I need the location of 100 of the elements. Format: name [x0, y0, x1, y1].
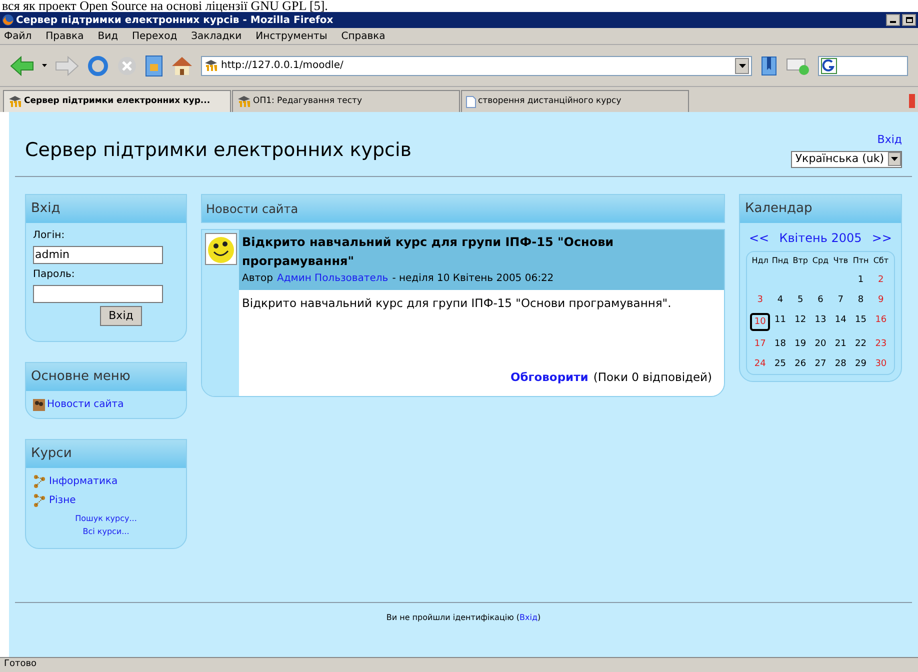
block-title: Календар [745, 200, 812, 218]
month-title[interactable]: Квітень 2005 [779, 229, 862, 247]
replies-count: (Поки 0 відповідей) [593, 368, 712, 386]
calendar-day[interactable]: 7 [834, 293, 846, 307]
weekday-label: Чтв [832, 255, 850, 267]
calendar-day[interactable]: 29 [852, 357, 870, 371]
next-month-link[interactable]: >> [872, 229, 892, 247]
calendar-day[interactable]: 25 [771, 357, 789, 371]
calendar-day[interactable]: 14 [832, 313, 850, 331]
dropdown-button[interactable] [735, 58, 749, 74]
course-link[interactable]: Пошук курсу... [75, 512, 137, 525]
browser-tab[interactable]: створення дистанційного курсу [461, 90, 689, 112]
document-icon[interactable] [145, 54, 163, 76]
smiley-avatar-icon [205, 233, 237, 265]
calendar-day[interactable]: 2 [875, 273, 887, 287]
status-text: Готово [4, 658, 37, 672]
calendar-day[interactable]: 8 [854, 293, 867, 307]
course-link[interactable]: Всі курси... [82, 525, 130, 538]
menu-item[interactable]: Правка [46, 28, 84, 44]
author-label: Автор [242, 272, 274, 286]
previous-month-link[interactable]: << [749, 229, 770, 247]
post-body: Відкрито навчальний курс для групи ІПФ-15 "Основи програмування". [241, 295, 672, 312]
home-icon[interactable] [171, 56, 193, 76]
login-label: Логін: [33, 229, 66, 243]
calendar-day[interactable]: 1 [854, 273, 867, 287]
author-link[interactable]: Админ Пользователь [277, 271, 388, 286]
login-field[interactable]: admin [33, 246, 163, 264]
calendar-day[interactable]: 20 [812, 337, 830, 351]
calendar-day[interactable]: 26 [792, 357, 810, 371]
section-title: Новости сайта [206, 200, 298, 218]
course-link[interactable]: Інформатика [49, 474, 118, 489]
menu-item[interactable]: Файл [4, 28, 32, 44]
calendar-day[interactable]: 5 [794, 293, 806, 307]
mortarboard-icon [204, 60, 218, 71]
weekday-label: Птн [852, 255, 870, 267]
calendar-day[interactable]: 9 [875, 293, 887, 307]
dropdown-button[interactable] [888, 152, 901, 166]
calendar-day[interactable]: 15 [852, 313, 870, 331]
weekday-label: Срд [811, 255, 830, 267]
weekday-label: Пнд [770, 255, 790, 267]
password-field[interactable] [33, 285, 163, 303]
course-link[interactable]: Різне [49, 493, 76, 508]
calendar-day[interactable]: 28 [832, 357, 850, 371]
calendar-day[interactable]: 22 [852, 337, 870, 351]
calendar-day[interactable]: 10 [750, 313, 770, 331]
calendar-day[interactable]: 12 [792, 313, 810, 331]
menu-item[interactable]: Закладки [191, 28, 242, 44]
weekday-label: Сбт [872, 255, 890, 267]
password-label: Пароль: [33, 268, 76, 282]
browser-tab[interactable]: Сервер підтримки електронних кур... [3, 90, 231, 112]
mortarboard-icon [237, 96, 251, 107]
caret-icon [738, 64, 746, 68]
weekday-label: Ндл [750, 255, 770, 267]
bookmark-icon[interactable] [760, 56, 778, 76]
calendar-day[interactable]: 18 [771, 337, 789, 351]
login-button[interactable]: Вхід [100, 306, 142, 326]
course-icon [33, 494, 46, 507]
address-text: http://127.0.0.1/moodle/ [221, 59, 344, 73]
footer-text: ) [538, 612, 541, 624]
language-select[interactable]: Українська (uk) [791, 150, 902, 168]
search-field[interactable] [818, 56, 908, 76]
document-text: вся як проект Open Source на основі ліцензії GNU GPL [5]. [1, 0, 328, 12]
google-icon [821, 58, 837, 74]
address-bar[interactable]: http://127.0.0.1/moodle/ [201, 56, 752, 76]
post-date: - неділя 10 Квітень 2005 06:22 [392, 272, 554, 286]
page-icon [466, 96, 476, 108]
calendar-day[interactable]: 3 [754, 293, 766, 307]
calendar-day[interactable]: 21 [832, 337, 850, 351]
footer-text: Ви не пройшли ідентифікацію ( [386, 612, 520, 624]
caret-icon [891, 157, 898, 161]
menu-item[interactable]: Инструменты [256, 28, 328, 44]
calendar-day[interactable]: 23 [872, 337, 890, 351]
calendar-day[interactable]: 17 [751, 337, 769, 351]
calendar-day[interactable]: 13 [812, 313, 830, 331]
browser-tab[interactable]: ОП1: Редагування тесту [232, 90, 460, 112]
block-title: Курси [31, 445, 72, 464]
site-heading: Сервер підтримки електронних курсів [25, 138, 412, 163]
calendar-day[interactable]: 27 [812, 357, 830, 371]
calendar-day[interactable]: 11 [771, 313, 789, 331]
calendar-day[interactable]: 24 [751, 357, 769, 371]
block-title: Основне меню [31, 368, 130, 386]
calendar-day[interactable]: 6 [814, 293, 826, 307]
back-arrow-icon[interactable] [10, 56, 34, 76]
calendar-day[interactable]: 4 [774, 293, 786, 307]
menu-item[interactable]: Справка [341, 28, 386, 44]
calendar-day[interactable]: 30 [872, 357, 890, 371]
menu-link[interactable]: Новости сайта [47, 397, 124, 412]
menu-item[interactable]: Вид [98, 28, 118, 44]
login-link[interactable]: Вхід [877, 132, 902, 148]
window-title: Сервер підтримки електронних курсів - Mozilla Firefox [16, 14, 334, 28]
menu-item[interactable]: Переход [132, 28, 178, 44]
post-title: Відкрито навчальний курс для групи ІПФ-15 "Основи програмування" [242, 234, 615, 270]
calendar-day[interactable]: 19 [792, 337, 810, 351]
discuss-link[interactable]: Обговорити [510, 368, 588, 386]
minimize-button[interactable] [886, 14, 900, 26]
restore-button[interactable] [902, 14, 916, 26]
dropdown-arrow-icon[interactable] [42, 64, 47, 67]
block-title: Вхід [31, 200, 60, 218]
calendar-day[interactable]: 16 [872, 313, 890, 331]
footer-login-link[interactable]: Вхід [520, 612, 538, 624]
